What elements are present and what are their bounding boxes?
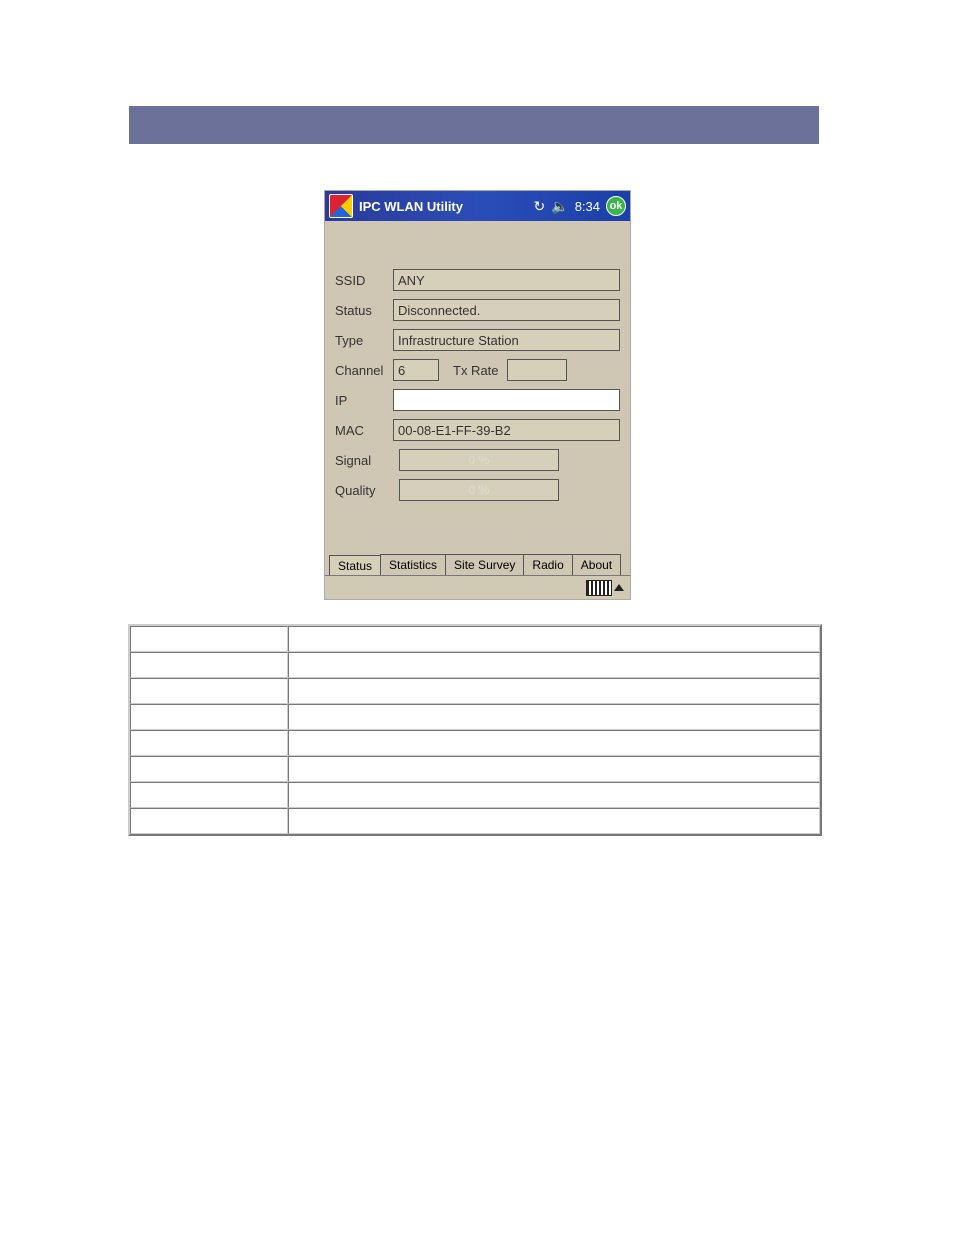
desc-val (288, 652, 820, 678)
speaker-icon[interactable]: 🔈 (551, 198, 568, 215)
desc-val (288, 678, 820, 704)
status-icons: ↻ 🔈 8:34 (534, 198, 600, 215)
signal-value: 0 % (469, 453, 490, 467)
tab-statistics[interactable]: Statistics (380, 554, 446, 575)
type-value: Infrastructure Station (393, 329, 620, 351)
desc-key (130, 782, 288, 808)
status-value: Disconnected. (393, 299, 620, 321)
sip-bar (325, 575, 630, 599)
page-header-bar (129, 106, 819, 144)
ip-value (393, 389, 620, 411)
start-icon[interactable] (329, 194, 353, 218)
clock-text: 8:34 (575, 199, 600, 214)
sip-arrow-icon[interactable] (614, 584, 624, 591)
tab-site-survey[interactable]: Site Survey (445, 554, 524, 575)
table-row (130, 652, 820, 678)
desc-key (130, 626, 288, 652)
table-row (130, 704, 820, 730)
app-title: IPC WLAN Utility (359, 199, 463, 214)
txrate-label: Tx Rate (453, 363, 499, 378)
txrate-value (507, 359, 567, 381)
titlebar: IPC WLAN Utility ↻ 🔈 8:34 ok (325, 191, 630, 221)
desc-key (130, 704, 288, 730)
desc-key (130, 730, 288, 756)
desc-key (130, 678, 288, 704)
table-row (130, 730, 820, 756)
ssid-value: ANY (393, 269, 620, 291)
status-label: Status (335, 303, 393, 318)
description-table (128, 624, 822, 836)
signal-label: Signal (335, 453, 393, 468)
quality-label: Quality (335, 483, 393, 498)
ip-label: IP (335, 393, 393, 408)
channel-label: Channel (335, 363, 393, 378)
table-row (130, 626, 820, 652)
mac-label: MAC (335, 423, 393, 438)
desc-val (288, 808, 820, 834)
table-row (130, 756, 820, 782)
desc-val (288, 756, 820, 782)
table-row (130, 782, 820, 808)
quality-bar: 0 % (399, 479, 559, 501)
desc-val (288, 782, 820, 808)
mac-value: 00-08-E1-FF-39-B2 (393, 419, 620, 441)
ssid-label: SSID (335, 273, 393, 288)
channel-value: 6 (393, 359, 439, 381)
signal-bar: 0 % (399, 449, 559, 471)
tab-about[interactable]: About (572, 554, 621, 575)
desc-val (288, 626, 820, 652)
type-label: Type (335, 333, 393, 348)
ok-button[interactable]: ok (606, 196, 626, 216)
tab-bar: Status Statistics Site Survey Radio Abou… (325, 551, 630, 575)
tab-status[interactable]: Status (329, 555, 381, 576)
connectivity-icon[interactable]: ↻ (534, 198, 546, 215)
desc-key (130, 808, 288, 834)
tab-radio[interactable]: Radio (523, 554, 572, 575)
table-row (130, 808, 820, 834)
status-panel: SSID ANY Status Disconnected. Type Infra… (325, 221, 630, 551)
pocketpc-window: IPC WLAN Utility ↻ 🔈 8:34 ok SSID ANY St… (324, 190, 631, 600)
desc-key (130, 756, 288, 782)
desc-val (288, 730, 820, 756)
table-row (130, 678, 820, 704)
desc-val (288, 704, 820, 730)
keyboard-icon[interactable] (586, 580, 612, 596)
quality-value: 0 % (469, 483, 490, 497)
desc-key (130, 652, 288, 678)
